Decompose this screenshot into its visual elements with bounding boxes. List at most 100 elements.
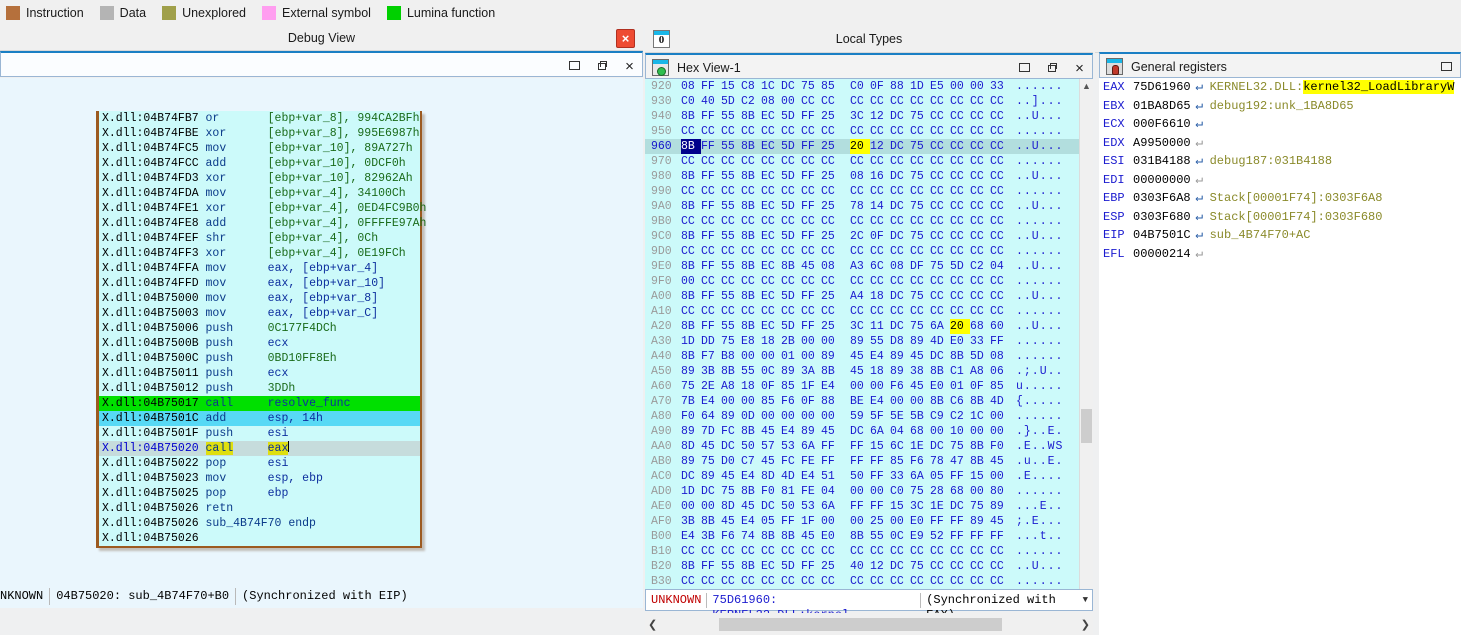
hex-byte[interactable]: CC: [910, 124, 930, 139]
hex-byte[interactable]: 00: [970, 424, 990, 439]
register-row[interactable]: EIP 04B7501C ↵ sub_4B74F70+AC: [1099, 226, 1461, 245]
hex-byte[interactable]: 8B: [681, 169, 701, 184]
hex-byte[interactable]: 8B: [741, 559, 761, 574]
hex-byte[interactable]: CC: [761, 304, 781, 319]
disasm-line[interactable]: X.dll:04B74FE1 xor [ebp+var_4], 0ED4FC9B…: [99, 201, 426, 216]
hex-byte[interactable]: 25: [821, 169, 841, 184]
hex-byte[interactable]: F0: [761, 484, 781, 499]
hex-byte[interactable]: DC: [761, 499, 781, 514]
hex-byte[interactable]: 00: [850, 484, 870, 499]
debug-view-close-button[interactable]: ×: [616, 29, 635, 48]
hex-byte[interactable]: 55: [721, 229, 741, 244]
hex-row[interactable]: A70 7B E4 00 00 85 F6 0F 88 BE E4 00 00 8B C6 8B 4D {....…: [645, 394, 1093, 409]
hex-byte[interactable]: 55: [721, 109, 741, 124]
register-value[interactable]: 00000214: [1133, 245, 1191, 264]
hex-byte[interactable]: 89: [890, 364, 910, 379]
register-row[interactable]: ECX 000F6610 ↵: [1099, 115, 1461, 134]
hex-byte[interactable]: FF: [950, 514, 970, 529]
hex-byte[interactable]: 8B: [681, 199, 701, 214]
hex-byte[interactable]: 75: [910, 139, 930, 154]
hex-byte[interactable]: CC: [910, 304, 930, 319]
hex-byte[interactable]: 8B: [741, 289, 761, 304]
hex-byte[interactable]: CC: [850, 574, 870, 589]
disasm-line[interactable]: X.dll:04B74FEF shr [ebp+var_4], 0Ch: [99, 231, 420, 246]
hex-row[interactable]: AA0 8D 45 DC 50 57 53 6A FF FF 15 6C 1E DC 75 8B F0 .E..W…: [645, 439, 1093, 454]
hex-byte[interactable]: 08: [990, 349, 1010, 364]
hex-byte[interactable]: CC: [821, 304, 841, 319]
jump-arrow-icon[interactable]: ↵: [1191, 189, 1208, 208]
hex-byte[interactable]: CC: [950, 94, 970, 109]
hex-byte[interactable]: CC: [761, 184, 781, 199]
hex-byte[interactable]: 00: [870, 484, 890, 499]
hex-byte[interactable]: CC: [910, 244, 930, 259]
hex-byte[interactable]: EC: [761, 169, 781, 184]
hex-view-horizontal-scrollbar[interactable]: ❮ ❯: [645, 613, 1093, 635]
hex-byte[interactable]: CC: [741, 154, 761, 169]
hex-byte[interactable]: 14: [870, 199, 890, 214]
hex-byte[interactable]: 57: [761, 439, 781, 454]
hex-byte[interactable]: 00: [821, 334, 841, 349]
hex-byte[interactable]: 05: [761, 514, 781, 529]
hex-byte[interactable]: 20: [850, 139, 870, 154]
hex-byte[interactable]: E4: [781, 424, 801, 439]
hex-byte[interactable]: FF: [701, 139, 721, 154]
hex-byte[interactable]: DC: [681, 469, 701, 484]
hex-byte[interactable]: FF: [801, 109, 821, 124]
hex-byte[interactable]: DF: [910, 259, 930, 274]
disasm-line[interactable]: X.dll:04B75026 retn: [99, 501, 420, 516]
hex-byte[interactable]: 55: [721, 139, 741, 154]
hex-row[interactable]: 960 8B FF 55 8B EC 5D FF 25 20 12 DC 75 CC CC CC CC ..U..…: [645, 139, 1093, 154]
register-row[interactable]: ESI 031B4188 ↵ debug187:031B4188: [1099, 152, 1461, 171]
hex-byte[interactable]: 40: [701, 94, 721, 109]
hex-byte[interactable]: CC: [870, 184, 890, 199]
hex-byte[interactable]: BE: [850, 394, 870, 409]
hex-byte[interactable]: CC: [930, 214, 950, 229]
hex-byte[interactable]: CC: [781, 274, 801, 289]
hex-byte[interactable]: 8B: [741, 484, 761, 499]
hex-byte[interactable]: CC: [970, 244, 990, 259]
hex-byte[interactable]: 88: [890, 79, 910, 94]
hex-byte[interactable]: CC: [950, 199, 970, 214]
hex-byte[interactable]: F7: [701, 349, 721, 364]
hex-byte[interactable]: CC: [681, 544, 701, 559]
jump-arrow-icon[interactable]: ↵: [1191, 226, 1208, 245]
hex-byte[interactable]: CC: [850, 94, 870, 109]
hex-byte[interactable]: FF: [801, 289, 821, 304]
disasm-line[interactable]: X.dll:04B74FFD mov eax, [ebp+var_10]: [99, 276, 420, 291]
hex-byte[interactable]: 8B: [741, 259, 761, 274]
hex-byte[interactable]: CC: [970, 229, 990, 244]
hex-byte[interactable]: 8B: [781, 529, 801, 544]
hex-byte[interactable]: 3C: [910, 499, 930, 514]
hex-byte[interactable]: C7: [741, 454, 761, 469]
hex-byte[interactable]: 8D: [721, 499, 741, 514]
hex-byte[interactable]: CC: [781, 154, 801, 169]
scroll-up-icon[interactable]: ▲: [1082, 81, 1091, 91]
hex-byte[interactable]: FF: [990, 334, 1010, 349]
hex-byte[interactable]: FF: [950, 529, 970, 544]
hex-byte[interactable]: 8B: [930, 364, 950, 379]
hex-byte[interactable]: 12: [870, 109, 890, 124]
hex-byte[interactable]: 75: [910, 169, 930, 184]
hex-byte[interactable]: 85: [890, 454, 910, 469]
hex-byte[interactable]: 75: [701, 454, 721, 469]
hex-byte[interactable]: 00: [801, 409, 821, 424]
hex-byte[interactable]: FF: [990, 529, 1010, 544]
hex-byte[interactable]: 75: [950, 439, 970, 454]
hex-byte[interactable]: 8B: [970, 439, 990, 454]
hex-byte[interactable]: 00: [890, 394, 910, 409]
hex-byte[interactable]: 00: [761, 409, 781, 424]
hex-byte[interactable]: 8B: [681, 259, 701, 274]
hex-byte[interactable]: FF: [801, 229, 821, 244]
hex-byte[interactable]: 55: [721, 199, 741, 214]
register-row[interactable]: EAX 75D61960 ↵ KERNEL32.DLL:kernel32_LoadLi…: [1099, 78, 1461, 97]
register-row[interactable]: EBX 01BA8D65 ↵ debug192:unk_1BA8D65: [1099, 97, 1461, 116]
hex-byte[interactable]: 89: [681, 454, 701, 469]
hex-byte[interactable]: 75: [801, 79, 821, 94]
hex-byte[interactable]: CC: [950, 244, 970, 259]
hex-byte[interactable]: DC: [930, 349, 950, 364]
hex-byte[interactable]: 8B: [741, 139, 761, 154]
hex-byte[interactable]: 59: [850, 409, 870, 424]
hex-byte[interactable]: 11: [870, 319, 890, 334]
hex-byte[interactable]: FF: [821, 439, 841, 454]
hex-byte[interactable]: E8: [741, 334, 761, 349]
